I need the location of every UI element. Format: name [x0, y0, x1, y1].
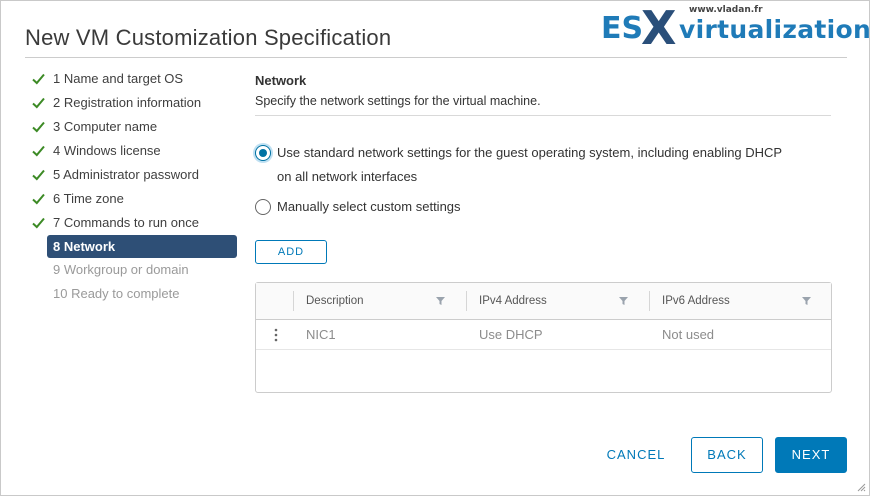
customization-dialog: New VM Customization Specification ES X … — [0, 0, 870, 496]
title-divider — [25, 57, 847, 58]
wizard-steps: 1 Name and target OS 2 Registration info… — [31, 67, 237, 306]
next-button[interactable]: NEXT — [775, 437, 847, 473]
network-page: Network Specify the network settings for… — [255, 73, 833, 393]
check-icon — [32, 121, 45, 133]
step-name-and-target-os[interactable]: 1 Name and target OS — [31, 67, 237, 91]
filter-icon[interactable] — [436, 297, 445, 305]
step-label: 10 Ready to complete — [53, 286, 180, 301]
step-network-active[interactable]: 8 Network — [47, 235, 237, 258]
filter-icon[interactable] — [802, 297, 811, 305]
cell-description: NIC1 — [306, 327, 336, 342]
custom-settings-radio[interactable] — [255, 199, 271, 215]
logo-virtualization: virtualization — [679, 15, 870, 44]
column-header-description[interactable]: Description — [294, 283, 466, 319]
step-label: 5 Administrator password — [53, 167, 199, 182]
cancel-button[interactable]: CANCEL — [599, 437, 673, 473]
back-button[interactable]: BACK — [691, 437, 763, 473]
dialog-title: New VM Customization Specification — [25, 25, 392, 50]
step-registration-information[interactable]: 2 Registration information — [31, 91, 237, 115]
column-header-ipv6[interactable]: IPv6 Address — [650, 283, 832, 319]
logo-url: www.vladan.fr — [689, 5, 763, 15]
logo-es: ES — [601, 11, 644, 46]
column-header-label: IPv4 Address — [479, 295, 547, 307]
cell-ipv6: Not used — [662, 327, 715, 342]
filter-icon[interactable] — [619, 297, 628, 305]
standard-settings-radio[interactable] — [255, 145, 271, 161]
check-icon — [32, 217, 45, 229]
step-time-zone[interactable]: 6 Time zone — [31, 187, 237, 211]
check-icon — [32, 169, 45, 181]
check-icon — [32, 145, 45, 157]
resize-grip-icon[interactable] — [856, 482, 866, 492]
standard-settings-label-line2: on all network interfaces — [277, 169, 418, 184]
step-windows-license[interactable]: 4 Windows license — [31, 139, 237, 163]
step-administrator-password[interactable]: 5 Administrator password — [31, 163, 237, 187]
section-title: Network — [255, 73, 307, 88]
step-workgroup-or-domain: 9 Workgroup or domain — [31, 258, 237, 282]
grid-header: Description IPv4 Address IPv6 Address — [256, 283, 831, 320]
check-icon — [32, 97, 45, 109]
check-icon — [32, 73, 45, 85]
step-label: 7 Commands to run once — [53, 215, 199, 230]
section-description: Specify the network settings for the vir… — [255, 94, 541, 108]
column-header-ipv4[interactable]: IPv4 Address — [467, 283, 649, 319]
kebab-icon[interactable] — [274, 328, 278, 342]
cell-ipv4: Use DHCP — [479, 327, 543, 342]
nic-datagrid: Description IPv4 Address IPv6 Address NI… — [255, 282, 832, 393]
step-commands-to-run-once[interactable]: 7 Commands to run once — [31, 211, 237, 235]
step-label: 3 Computer name — [53, 119, 158, 134]
column-header-label: IPv6 Address — [662, 295, 730, 307]
custom-settings-label: Manually select custom settings — [277, 199, 461, 214]
step-label: 6 Time zone — [53, 191, 124, 206]
step-label: 2 Registration information — [53, 95, 202, 110]
standard-settings-label-line1: Use standard network settings for the gu… — [277, 145, 783, 160]
step-computer-name[interactable]: 3 Computer name — [31, 115, 237, 139]
custom-settings-option[interactable]: Manually select custom settings — [255, 195, 833, 219]
check-icon — [32, 193, 45, 205]
step-label: 9 Workgroup or domain — [53, 262, 189, 277]
table-row[interactable]: NIC1 Use DHCP Not used — [256, 320, 831, 350]
logo-x: X — [641, 1, 677, 55]
step-ready-to-complete: 10 Ready to complete — [31, 282, 237, 306]
standard-settings-option[interactable]: Use standard network settings for the gu… — [255, 141, 833, 189]
add-button[interactable]: ADD — [255, 240, 327, 264]
step-label: 1 Name and target OS — [53, 71, 184, 86]
watermark-logo: ES X www.vladan.fr virtualization — [601, 1, 870, 55]
step-label: 4 Windows license — [53, 143, 161, 158]
step-label: 8 Network — [53, 239, 116, 254]
section-divider — [255, 115, 831, 116]
column-header-label: Description — [306, 295, 364, 307]
